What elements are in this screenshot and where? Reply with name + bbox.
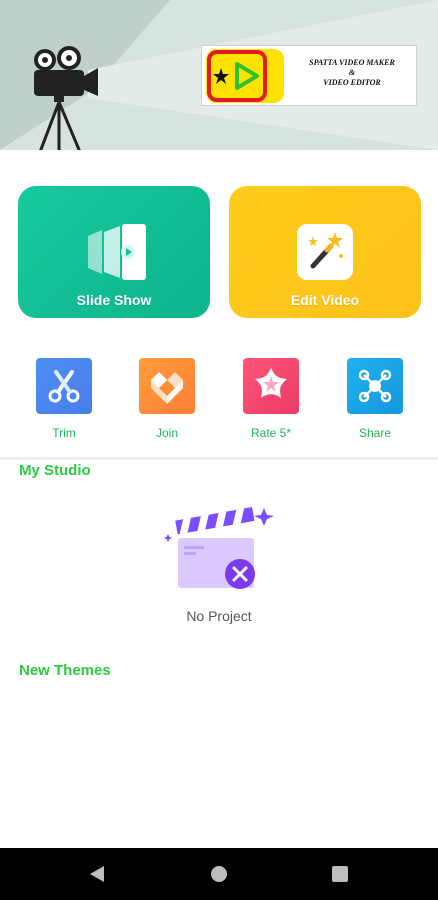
no-project-clapperboard-icon [164,507,274,589]
slides-icon [88,224,146,280]
section-divider [0,457,438,460]
rate-tile [243,358,299,414]
logo-badge-icon [206,49,284,103]
back-icon[interactable] [88,864,108,884]
trim-label: Trim [52,426,76,440]
join-icon [151,372,183,404]
rate-label: Rate 5* [250,426,292,440]
join-button[interactable]: Join [132,358,202,444]
share-tile [347,358,403,414]
trim-tile [36,358,92,414]
share-label: Share [358,426,392,440]
share-button[interactable]: Share [340,358,410,444]
system-nav-bar [0,848,438,900]
scissors-icon [48,370,80,403]
movie-camera-icon [34,46,98,150]
edit-video-icon-tile [297,224,353,280]
slide-show-label: Slide Show [76,292,152,308]
edit-video-button[interactable]: Edit Video [229,186,421,318]
magic-wand-icon [308,232,343,269]
edit-video-label: Edit Video [290,292,360,308]
my-studio-title: My Studio [19,462,91,479]
star-icon [255,368,287,398]
new-themes-title: New Themes [19,662,111,679]
app-logo: SPATTA VIDEO MAKER & VIDEO EDITOR [201,45,417,106]
slide-show-button[interactable]: Slide Show [18,186,210,318]
home-icon[interactable] [209,864,229,884]
rate-button[interactable]: Rate 5* [236,358,306,444]
join-label: Join [155,426,178,440]
join-tile [139,358,195,414]
header-banner: SPATTA VIDEO MAKER & VIDEO EDITOR [0,0,438,150]
trim-button[interactable]: Trim [29,358,99,444]
logo-text: SPATTA VIDEO MAKER & VIDEO EDITOR [309,58,395,87]
no-project-text: No Project [186,608,252,624]
share-icon [358,369,392,403]
recent-apps-icon[interactable] [330,864,350,884]
